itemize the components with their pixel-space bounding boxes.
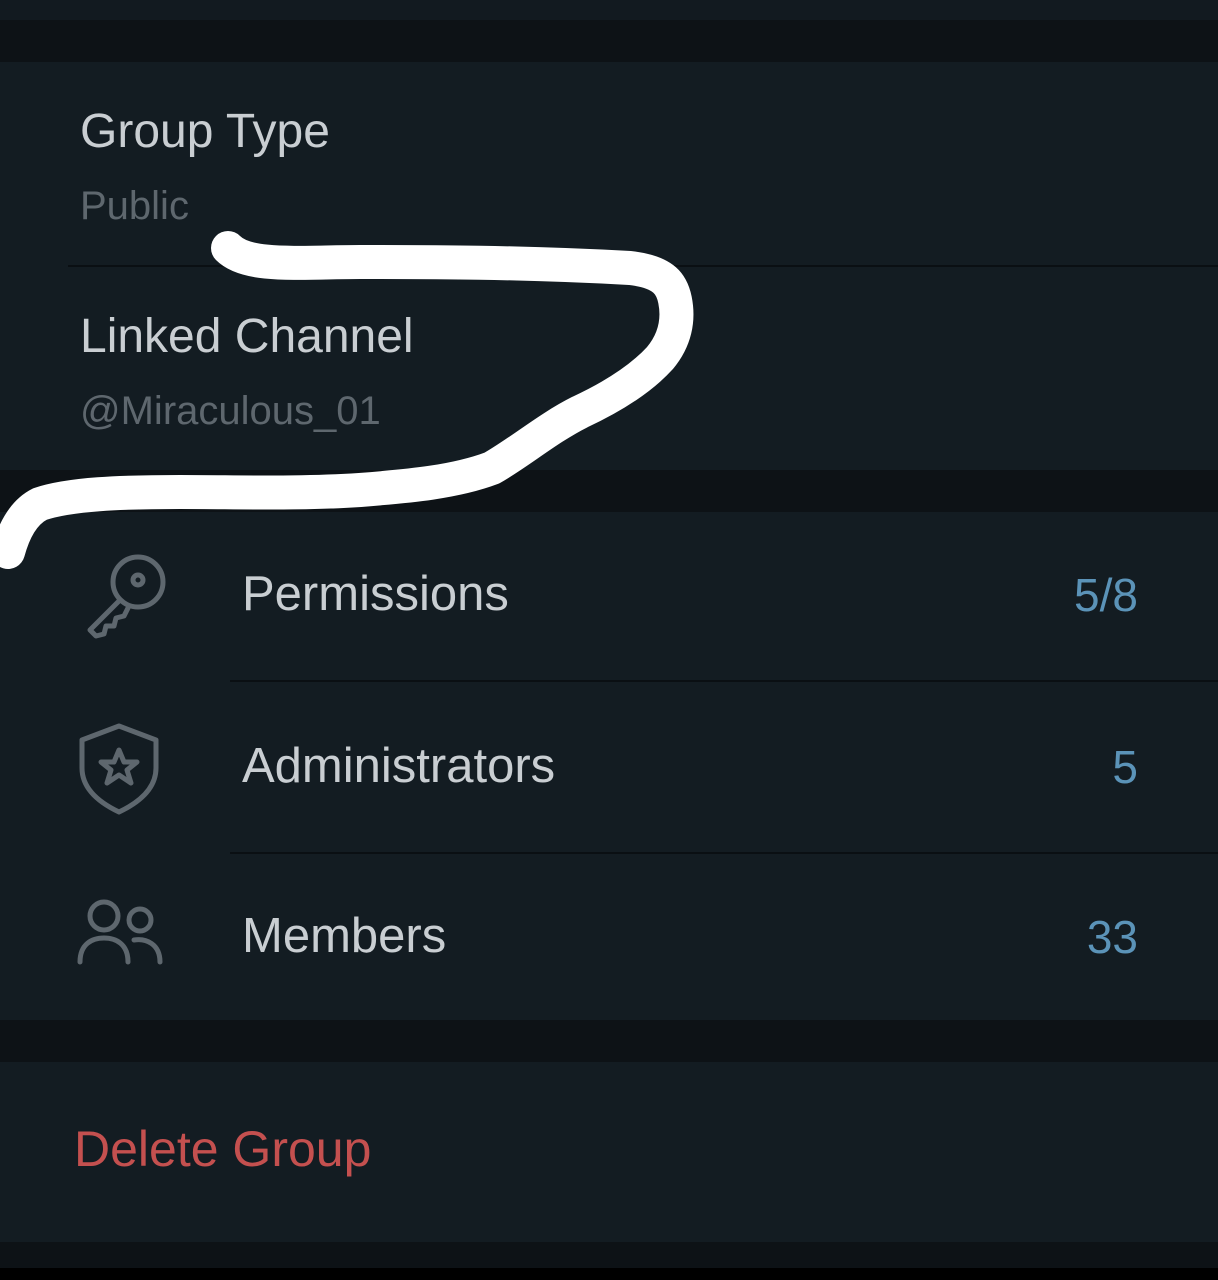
group-settings-screen: Group Type Public Linked Channel @Miracu… xyxy=(0,0,1218,1280)
administrators-count: 5 xyxy=(1112,741,1138,793)
members-count: 33 xyxy=(1086,911,1138,963)
top-bar xyxy=(0,0,1218,20)
permissions-label: Permissions xyxy=(242,567,509,621)
administrators-label: Administrators xyxy=(242,739,556,793)
delete-group-row[interactable]: Delete Group xyxy=(0,1062,1218,1242)
members-row[interactable]: Members 33 xyxy=(0,854,1218,1020)
permissions-row[interactable]: Permissions 5/8 xyxy=(0,512,1218,680)
management-card: Permissions 5/8 Administrators 5 Members… xyxy=(0,512,1218,1020)
linked-channel-row[interactable]: Linked Channel @Miraculous_01 xyxy=(0,267,1218,470)
bottom-band xyxy=(0,1268,1218,1280)
members-label: Members xyxy=(242,909,447,963)
shield-star-icon xyxy=(76,720,172,816)
delete-group-button[interactable]: Delete Group xyxy=(74,1120,371,1178)
linked-channel-title: Linked Channel xyxy=(80,310,414,363)
people-icon xyxy=(76,888,172,984)
group-type-row[interactable]: Group Type Public xyxy=(0,62,1218,266)
permissions-count: 5/8 xyxy=(1074,569,1138,621)
administrators-row[interactable]: Administrators 5 xyxy=(0,682,1218,852)
danger-card: Delete Group xyxy=(0,1062,1218,1242)
group-type-value: Public xyxy=(80,184,189,228)
linked-channel-value: @Miraculous_01 xyxy=(80,389,381,433)
group-type-title: Group Type xyxy=(80,105,330,158)
group-info-card: Group Type Public Linked Channel @Miracu… xyxy=(0,62,1218,470)
key-icon xyxy=(76,550,172,646)
